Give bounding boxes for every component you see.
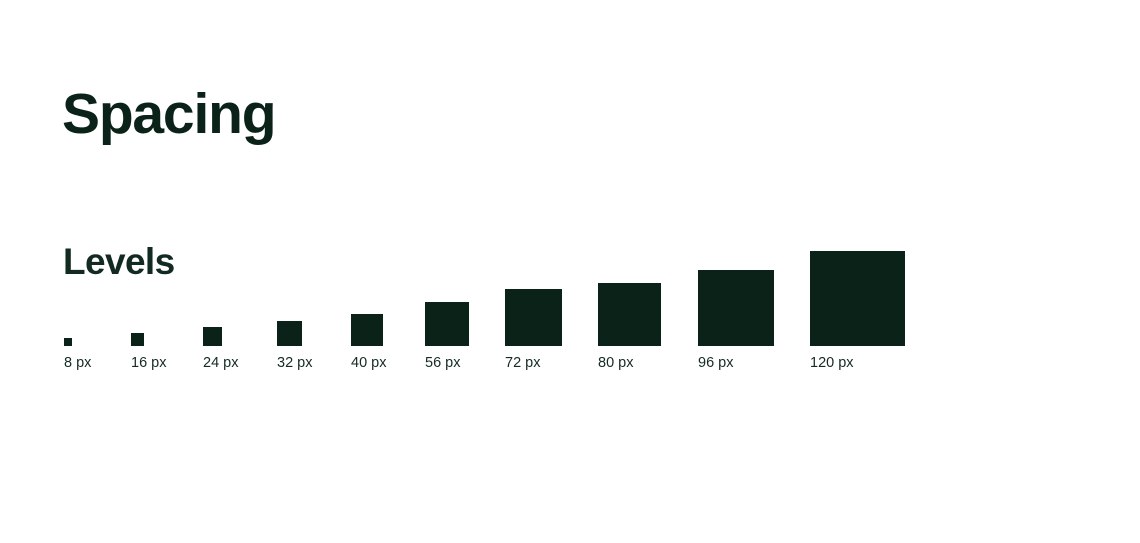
page-title: Spacing bbox=[62, 82, 277, 147]
spacing-swatch bbox=[131, 332, 144, 346]
spacing-scale-item: 96 px bbox=[698, 269, 774, 371]
spacing-scale-item: 56 px bbox=[425, 301, 469, 371]
spacing-scale-item: 80 px bbox=[598, 282, 661, 371]
spacing-swatch-label: 96 px bbox=[698, 354, 734, 371]
spacing-swatch bbox=[810, 250, 905, 346]
spacing-swatch-label: 40 px bbox=[351, 354, 387, 371]
spacing-swatch bbox=[425, 301, 469, 346]
spacing-swatch-label: 80 px bbox=[598, 354, 634, 371]
spacing-swatch-label: 16 px bbox=[131, 354, 167, 371]
spacing-swatch bbox=[64, 337, 72, 346]
spacing-scale-item: 40 px bbox=[351, 313, 387, 371]
spacing-swatch bbox=[203, 326, 222, 346]
spacing-swatch bbox=[698, 269, 774, 346]
spacing-documentation-page: Spacing Levels 8 px 16 px 24 px 32 px 40… bbox=[0, 0, 1140, 543]
spacing-swatch-label: 56 px bbox=[425, 354, 461, 371]
spacing-swatch-label: 120 px bbox=[810, 354, 854, 371]
spacing-swatch-label: 24 px bbox=[203, 354, 239, 371]
spacing-scale-item: 72 px bbox=[505, 288, 562, 371]
spacing-swatch bbox=[277, 320, 302, 346]
spacing-swatch bbox=[351, 313, 383, 346]
spacing-scale-item: 8 px bbox=[64, 337, 92, 371]
spacing-scale-item: 16 px bbox=[131, 332, 167, 371]
spacing-swatch bbox=[598, 282, 661, 346]
spacing-scale-item: 24 px bbox=[203, 326, 239, 371]
spacing-swatch bbox=[505, 288, 562, 346]
spacing-scale-item: 32 px bbox=[277, 320, 313, 371]
spacing-swatch-label: 72 px bbox=[505, 354, 541, 371]
spacing-scale-row: 8 px 16 px 24 px 32 px 40 px 56 px 72 px bbox=[64, 230, 1074, 370]
spacing-swatch-label: 32 px bbox=[277, 354, 313, 371]
spacing-scale-item: 120 px bbox=[810, 250, 905, 371]
spacing-swatch-label: 8 px bbox=[64, 354, 92, 371]
